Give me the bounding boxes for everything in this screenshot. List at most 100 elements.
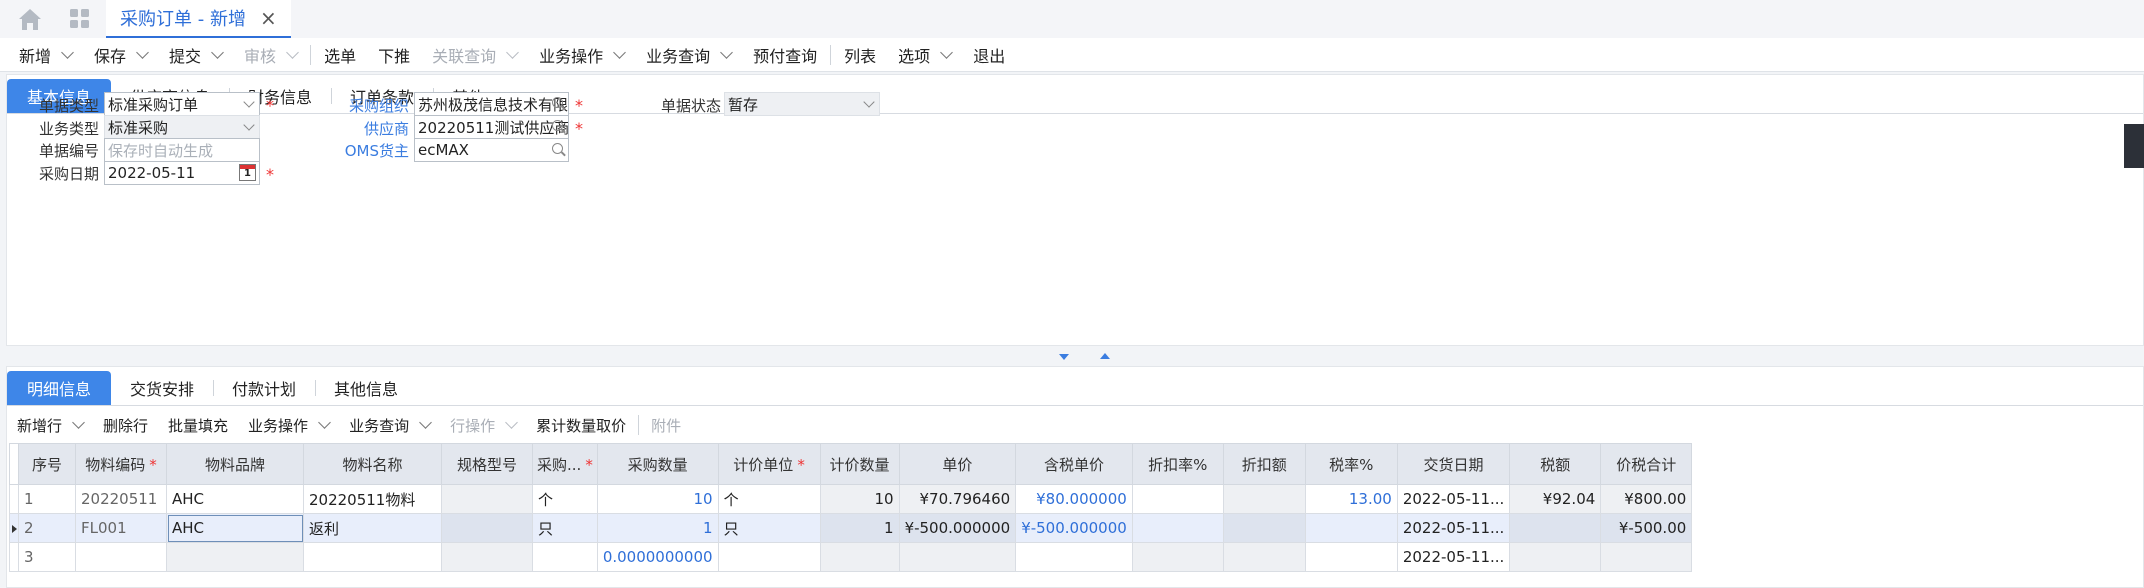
grid-cell-qty[interactable]: 10: [596, 484, 719, 514]
detail-toolbar-button-2[interactable]: 批量填充: [158, 408, 238, 442]
purchase-org-label[interactable]: 采购组织: [347, 95, 409, 116]
grid-cell-tax-price[interactable]: [1015, 542, 1133, 572]
tab-detail-0[interactable]: 明细信息: [7, 371, 112, 405]
grid-cell-code[interactable]: FL001: [75, 513, 167, 543]
detail-toolbar-button-4[interactable]: 业务查询: [339, 408, 440, 442]
grid-cell-spec[interactable]: [441, 542, 533, 572]
grid-cell-name[interactable]: 返利: [303, 513, 442, 543]
grid-cell-tax-rate[interactable]: [1304, 513, 1398, 543]
detail-toolbar-button-6[interactable]: 累计数量取价: [526, 408, 636, 442]
search-icon[interactable]: [552, 143, 563, 154]
toolbar-button-7[interactable]: 业务操作: [528, 38, 635, 72]
grid-cell-price[interactable]: [898, 542, 1017, 572]
purchase-org-input[interactable]: 苏州极茂信息技术有限公司: [414, 92, 569, 116]
grid-cell-price-qty[interactable]: 10: [819, 484, 900, 514]
grid-column-header-0[interactable]: 序号: [18, 443, 76, 485]
toolbar-button-5[interactable]: 下推: [367, 38, 421, 72]
detail-toolbar-button-5[interactable]: 行操作: [440, 408, 526, 442]
grid-cell-disc-rate[interactable]: [1131, 513, 1224, 543]
grid-cell-brand[interactable]: AHC: [166, 513, 304, 543]
grid-cell-spec[interactable]: [441, 484, 533, 514]
grid-column-header-11[interactable]: 折扣率%: [1131, 443, 1224, 485]
grid-column-header-4[interactable]: 规格型号: [441, 443, 533, 485]
home-icon[interactable]: [16, 6, 44, 32]
grid-cell-price-unit[interactable]: 个: [717, 484, 821, 514]
grid-cell-tax[interactable]: [1509, 542, 1602, 572]
grid-cell-disc-rate[interactable]: [1131, 542, 1224, 572]
grid-column-header-12[interactable]: 折扣额: [1222, 443, 1306, 485]
grid-cell-tax[interactable]: [1509, 513, 1602, 543]
detail-toolbar-button-7[interactable]: 附件: [641, 408, 691, 442]
grid-cell-total[interactable]: ¥800.00: [1600, 484, 1693, 514]
grid-cell-tax-rate[interactable]: [1304, 542, 1398, 572]
tab-detail-3[interactable]: 其他信息: [315, 371, 417, 405]
calendar-icon[interactable]: [239, 164, 256, 181]
grid-cell-price-unit[interactable]: 只: [717, 513, 821, 543]
toolbar-button-10[interactable]: 列表: [833, 38, 887, 72]
toolbar-button-1[interactable]: 保存: [83, 38, 158, 72]
grid-cell-date[interactable]: 2022-05-11...: [1396, 513, 1511, 543]
grid-cell-total[interactable]: [1600, 542, 1693, 572]
grid-column-header-2[interactable]: 物料品牌: [166, 443, 304, 485]
detail-toolbar-button-0[interactable]: 新增行: [7, 408, 93, 442]
biz-type-select[interactable]: 标准采购: [104, 115, 260, 139]
grid-cell-unit[interactable]: 个: [532, 484, 598, 514]
tab-detail-1[interactable]: 交货安排: [111, 371, 213, 405]
grid-column-header-10[interactable]: 含税单价: [1015, 443, 1133, 485]
table-row[interactable]: 1 20220511 AHC 20220511物料个 10 个 10 ¥70.796460 ¥8…: [9, 484, 1693, 514]
grid-cell-disc-amt[interactable]: [1222, 542, 1306, 572]
grid-cell-unit[interactable]: [532, 542, 598, 572]
grid-column-header-13[interactable]: 税率%: [1304, 443, 1398, 485]
grid-cell-seq[interactable]: 1: [18, 484, 76, 514]
status-select[interactable]: 暂存: [724, 92, 880, 116]
purchase-date-input[interactable]: 2022-05-11: [104, 161, 260, 185]
close-tab-icon[interactable]: ×: [260, 8, 277, 28]
grid-cell-brand[interactable]: [166, 542, 304, 572]
grid-cell-disc-amt[interactable]: [1222, 484, 1306, 514]
grid-cell-date[interactable]: 2022-05-11...: [1396, 484, 1511, 514]
grid-column-header-5[interactable]: 采购... *: [532, 443, 598, 485]
grid-cell-date[interactable]: 2022-05-11...: [1396, 542, 1511, 572]
grid-column-header-14[interactable]: 交货日期: [1396, 443, 1511, 485]
grid-cell-qty[interactable]: 1: [596, 513, 719, 543]
grid-cell-unit[interactable]: 只: [532, 513, 598, 543]
supplier-input[interactable]: 20220511测试供应商: [414, 115, 569, 139]
grid-column-header-16[interactable]: 价税合计: [1600, 443, 1693, 485]
bill-no-input[interactable]: 保存时自动生成: [104, 138, 260, 162]
grid-column-header-8[interactable]: 计价数量: [819, 443, 900, 485]
search-icon[interactable]: [552, 120, 563, 131]
grid-cell-name[interactable]: [303, 542, 442, 572]
grid-column-header-9[interactable]: 单价: [898, 443, 1017, 485]
grid-column-header-7[interactable]: 计价单位 *: [717, 443, 821, 485]
supplier-label[interactable]: 供应商: [347, 118, 409, 139]
grid-cell-qty[interactable]: 0.0000000000: [596, 542, 719, 572]
grid-column-header-3[interactable]: 物料名称: [303, 443, 442, 485]
grid-cell-price-unit[interactable]: [717, 542, 821, 572]
side-panel-handle[interactable]: [2124, 124, 2144, 168]
collapse-down-icon[interactable]: [1059, 354, 1069, 360]
toolbar-button-4[interactable]: 选单: [313, 38, 367, 72]
toolbar-button-3[interactable]: 审核: [233, 38, 308, 72]
grid-cell-tax-price[interactable]: ¥80.000000: [1015, 484, 1133, 514]
apps-grid-icon[interactable]: [68, 7, 92, 31]
tab-detail-2[interactable]: 付款计划: [213, 371, 315, 405]
grid-cell-tax-rate[interactable]: 13.00: [1304, 484, 1398, 514]
grid-cell-tax[interactable]: ¥92.04: [1509, 484, 1602, 514]
document-tab[interactable]: 采购订单 - 新增 ×: [106, 0, 291, 39]
grid-cell-price-qty[interactable]: 1: [819, 513, 900, 543]
detail-toolbar-button-1[interactable]: 删除行: [93, 408, 158, 442]
toolbar-button-2[interactable]: 提交: [158, 38, 233, 72]
grid-cell-seq[interactable]: 2: [18, 513, 76, 543]
table-row[interactable]: 3 0.0000000000 2022-05-11...: [9, 542, 1693, 572]
search-icon[interactable]: [552, 97, 563, 108]
collapse-up-icon[interactable]: [1100, 353, 1110, 359]
toolbar-button-11[interactable]: 选项: [887, 38, 962, 72]
toolbar-button-12[interactable]: 退出: [962, 38, 1016, 72]
grid-cell-total[interactable]: ¥-500.00: [1600, 513, 1693, 543]
grid-cell-code[interactable]: [75, 542, 167, 572]
grid-cell-disc-rate[interactable]: [1131, 484, 1224, 514]
grid-cell-seq[interactable]: 3: [18, 542, 76, 572]
grid-cell-brand[interactable]: AHC: [166, 484, 304, 514]
grid-column-header-6[interactable]: 采购数量: [596, 443, 719, 485]
grid-cell-spec[interactable]: [441, 513, 533, 543]
